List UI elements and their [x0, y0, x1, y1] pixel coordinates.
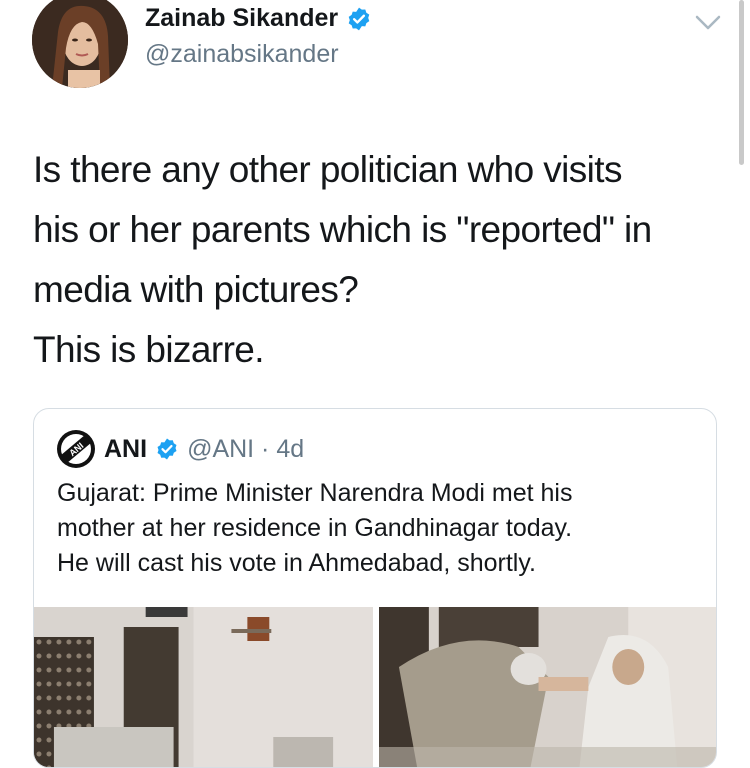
ani-logo[interactable]: ANI	[56, 429, 96, 469]
quoted-display-name[interactable]: ANI	[104, 435, 147, 464]
quoted-line: He will cast his vote in Ahmedabad, shor…	[57, 549, 536, 577]
chevron-down-icon[interactable]	[695, 14, 721, 32]
quoted-line: Gujarat: Prime Minister Narendra Modi me…	[57, 479, 573, 507]
quoted-tweet-header: ANI ANI @ANI · 4d	[56, 429, 304, 469]
quoted-line: mother at her residence in Gandhinagar t…	[57, 514, 573, 542]
tweet-line: media with pictures?	[33, 269, 359, 310]
author-name-row: Zainab Sikander	[145, 4, 372, 33]
tweet-line: This is bizarre.	[33, 329, 265, 370]
quoted-tweet-card[interactable]: ANI ANI @ANI · 4d Gujarat: Prime Ministe…	[33, 408, 717, 768]
tweet-line: Is there any other politician who visits	[33, 149, 622, 190]
photo-right[interactable]	[379, 607, 716, 767]
scrollbar[interactable]	[739, 0, 744, 165]
tweet-text: Is there any other politician who visits…	[33, 140, 723, 380]
quoted-media	[34, 607, 716, 767]
verified-badge-icon	[155, 437, 179, 461]
quoted-handle-time: @ANI · 4d	[187, 434, 305, 463]
author-display-name[interactable]: Zainab Sikander	[145, 4, 338, 33]
photo-left[interactable]	[34, 607, 373, 767]
tweet-line: his or her parents which is "reported" i…	[33, 209, 652, 250]
author-handle[interactable]: @zainabsikander	[145, 40, 339, 69]
verified-badge-icon	[346, 6, 372, 32]
quoted-tweet-text: Gujarat: Prime Minister Narendra Modi me…	[57, 476, 697, 581]
avatar[interactable]	[32, 0, 128, 88]
